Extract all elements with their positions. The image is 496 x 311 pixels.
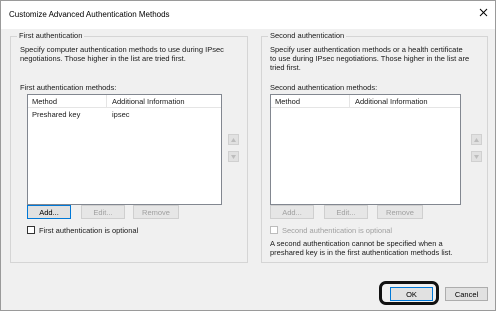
first-methods-label-text: First authentication methods: [20, 83, 117, 92]
down-arrow-icon [231, 154, 236, 159]
second-remove-label: Remove [386, 207, 414, 217]
second-add-button[interactable]: Add... [270, 205, 314, 219]
second-optional-checkbox[interactable] [270, 226, 278, 234]
description-line: to use during IPsec negotiations. Those … [270, 54, 470, 63]
second-authentication-note: A second authentication cannot be specif… [270, 239, 453, 257]
first-authentication-legend: First authentication [17, 31, 85, 40]
description-line: negotiations. Those higher in the list a… [20, 54, 186, 63]
column-header-method[interactable]: Method [275, 97, 300, 106]
cancel-label: Cancel [454, 289, 479, 299]
up-arrow-icon [474, 137, 479, 142]
first-remove-button[interactable]: Remove [133, 205, 179, 219]
second-remove-button[interactable]: Remove [377, 205, 423, 219]
first-move-up-button[interactable] [228, 134, 239, 145]
second-edit-button[interactable]: Edit... [324, 205, 368, 219]
close-icon [479, 8, 487, 16]
second-move-up-button[interactable] [471, 134, 482, 145]
cancel-button[interactable]: Cancel [445, 287, 488, 301]
note-line: A second authentication cannot be specif… [270, 239, 443, 248]
second-methods-list-header: Method Additional Information [271, 95, 460, 108]
second-authentication-legend: Second authentication [268, 31, 347, 40]
column-header-method[interactable]: Method [32, 97, 57, 106]
second-edit-label: Edit... [336, 207, 356, 217]
first-methods-list[interactable]: Method Additional Information Preshared … [27, 94, 222, 205]
first-optional-checkbox[interactable] [27, 226, 35, 234]
first-methods-list-header: Method Additional Information [28, 95, 221, 108]
first-edit-label: Edit... [93, 207, 113, 217]
description-line: Specify computer authentication methods … [20, 45, 224, 54]
second-methods-label-text: Second authentication methods: [270, 83, 378, 92]
description-line: tried first. [270, 63, 301, 72]
second-add-label: Add... [282, 207, 302, 217]
table-row[interactable]: Preshared key ipsec [28, 109, 221, 120]
up-arrow-icon [231, 137, 236, 142]
down-arrow-icon [474, 154, 479, 159]
close-button[interactable] [473, 2, 493, 22]
title-bar: Customize Advanced Authentication Method… [1, 1, 495, 29]
first-add-label: Add... [39, 207, 59, 217]
ok-label: OK [406, 289, 417, 299]
first-edit-button[interactable]: Edit... [81, 205, 125, 219]
row-method: Preshared key [32, 110, 81, 119]
dialog-window: Customize Advanced Authentication Method… [0, 0, 496, 311]
first-authentication-description: Specify computer authentication methods … [20, 45, 224, 63]
second-move-down-button[interactable] [471, 151, 482, 162]
column-separator[interactable] [349, 95, 350, 107]
window-title: Customize Advanced Authentication Method… [9, 10, 170, 19]
first-add-button[interactable]: Add... [27, 205, 71, 219]
row-additional-information: ipsec [112, 110, 130, 119]
ok-button[interactable]: OK [390, 287, 433, 301]
first-move-down-button[interactable] [228, 151, 239, 162]
second-authentication-description: Specify user authentication methods or a… [270, 45, 469, 72]
second-optional-label[interactable]: Second authentication is optional [282, 226, 392, 235]
description-line: Specify user authentication methods or a… [270, 45, 463, 54]
first-optional-label[interactable]: First authentication is optional [39, 226, 138, 235]
first-remove-label: Remove [142, 207, 170, 217]
column-separator[interactable] [106, 95, 107, 107]
second-methods-list[interactable]: Method Additional Information [270, 94, 461, 205]
column-header-additional-information[interactable]: Additional Information [355, 97, 428, 106]
column-header-additional-information[interactable]: Additional Information [112, 97, 185, 106]
note-line: preshared key is in the first authentica… [270, 248, 453, 257]
second-methods-label: Second authentication methods: [270, 83, 377, 92]
first-methods-label: First authentication methods: [20, 83, 116, 92]
